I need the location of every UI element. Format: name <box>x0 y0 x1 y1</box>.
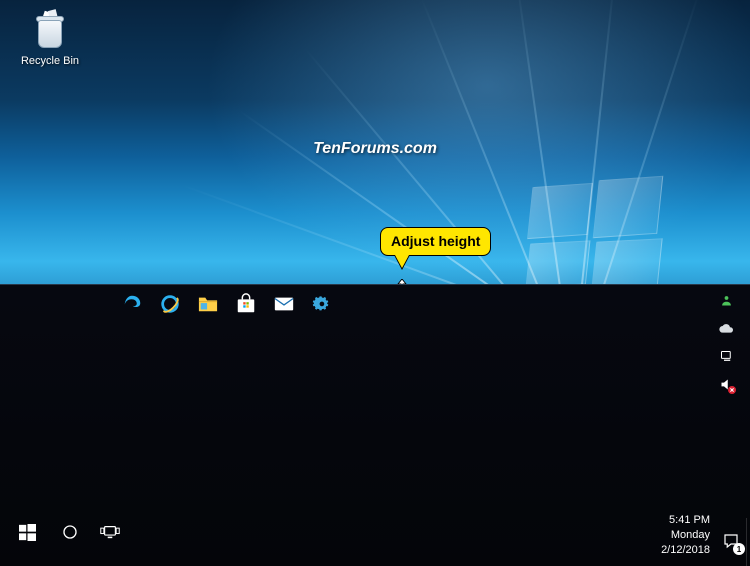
trash-icon <box>29 10 71 52</box>
taskbar-clock[interactable]: 5:41 PM Monday 2/12/2018 <box>661 513 710 558</box>
cortana-circle-icon <box>61 523 79 541</box>
pinned-edge[interactable] <box>120 292 144 316</box>
tooltip-callout: Adjust height <box>380 227 491 256</box>
show-desktop-button[interactable] <box>746 518 750 566</box>
folder-icon <box>197 294 219 314</box>
meet-now-icon <box>719 293 734 308</box>
tray-network[interactable] <box>718 348 734 364</box>
clock-day: Monday <box>661 528 710 543</box>
wallpaper-art <box>591 238 662 284</box>
pinned-file-explorer[interactable] <box>196 292 220 316</box>
tray-meet-now[interactable] <box>718 292 734 308</box>
watermark-text: TenForums.com <box>0 140 750 158</box>
recycle-bin-label: Recycle Bin <box>14 55 86 67</box>
task-view-icon <box>100 524 120 540</box>
wallpaper-art <box>238 110 501 284</box>
ie-icon <box>159 293 181 315</box>
start-button[interactable] <box>4 512 50 552</box>
store-icon <box>235 293 257 315</box>
system-tray <box>718 292 734 392</box>
tooltip-label: Adjust height <box>391 233 480 249</box>
pinned-microsoft-store[interactable] <box>234 292 258 316</box>
network-icon <box>719 349 734 364</box>
wallpaper-art <box>527 183 593 239</box>
task-view-button[interactable] <box>90 512 130 552</box>
muted-badge-icon <box>728 386 736 394</box>
taskbar-pinned-apps <box>120 292 334 316</box>
clock-time: 5:41 PM <box>661 513 710 528</box>
clock-date: 2/12/2018 <box>661 543 710 558</box>
windows-logo-icon <box>19 524 36 541</box>
tray-onedrive[interactable] <box>718 320 734 336</box>
taskbar-resize-edge[interactable] <box>0 284 750 285</box>
wallpaper-art <box>593 176 664 238</box>
notification-count-badge: 1 <box>733 543 745 555</box>
edge-icon <box>121 293 143 315</box>
desktop-wallpaper[interactable]: Recycle Bin TenForums.com Adjust height <box>0 0 750 284</box>
cortana-button[interactable] <box>50 512 90 552</box>
recycle-bin-icon[interactable]: Recycle Bin <box>14 10 86 67</box>
taskbar-system-row <box>0 508 750 556</box>
cloud-icon <box>718 322 734 334</box>
gear-icon <box>312 294 332 314</box>
taskbar[interactable]: 5:41 PM Monday 2/12/2018 1 <box>0 284 750 566</box>
mail-icon <box>273 294 295 314</box>
action-center-button[interactable]: 1 <box>722 532 742 552</box>
tray-volume[interactable] <box>718 376 734 392</box>
wallpaper-art <box>526 240 591 284</box>
pinned-settings-app[interactable] <box>310 292 334 316</box>
pinned-mail[interactable] <box>272 292 296 316</box>
pinned-internet-explorer[interactable] <box>158 292 182 316</box>
